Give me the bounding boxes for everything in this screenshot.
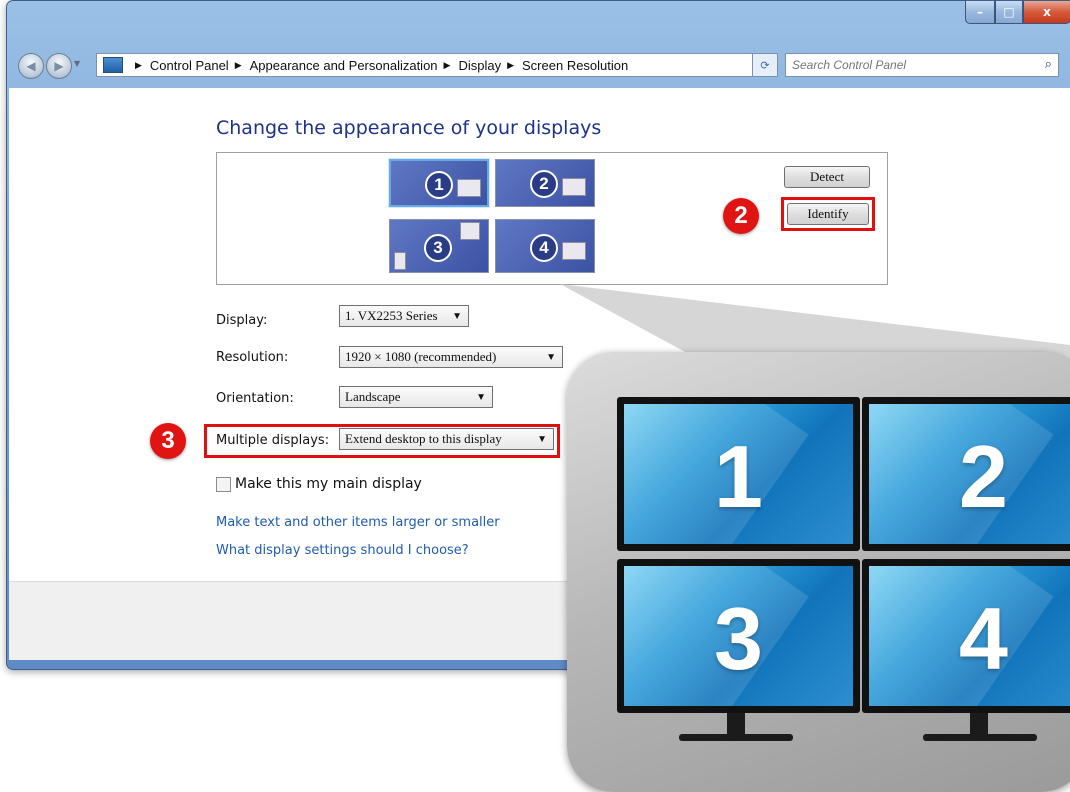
monitor-stand-base: [923, 734, 1037, 741]
zoom-monitor-3: 3: [617, 559, 860, 713]
zoom-monitor-2: 2: [862, 397, 1070, 551]
monitor-stand: [727, 713, 745, 735]
zoom-monitor-4: 4: [862, 559, 1070, 713]
zoom-monitor-number: 2: [959, 427, 1008, 526]
zoom-monitor-1: 1: [617, 397, 860, 551]
zoomed-monitor-illustration: 1 2 3 4: [567, 352, 1070, 792]
zoom-monitor-number: 3: [714, 589, 763, 688]
zoom-monitor-number: 1: [714, 427, 763, 526]
zoom-monitor-number: 4: [959, 589, 1008, 688]
monitor-stand-base: [679, 734, 793, 741]
monitor-stand: [970, 713, 988, 735]
